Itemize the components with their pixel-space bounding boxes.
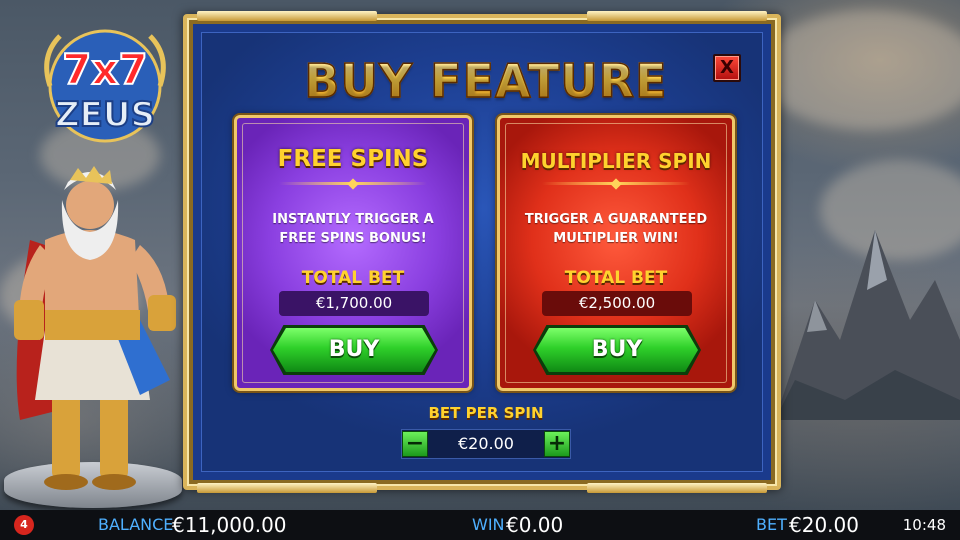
description-line: INSTANTLY TRIGGER A [272, 212, 434, 227]
mountains-illustration [775, 230, 960, 420]
cloud [760, 10, 960, 130]
clock: 10:48 [902, 516, 946, 534]
card-title: FREE SPINS [277, 146, 429, 172]
provider-logo-icon[interactable]: 4 [14, 515, 34, 535]
logo-text-top: 7x7 [62, 45, 148, 94]
frame-ornament [587, 11, 767, 21]
zeus-character [14, 166, 176, 490]
free-spins-card: FREE SPINS INSTANTLY TRIGGER A FREE SPIN… [234, 115, 472, 391]
frame-ornament [587, 483, 767, 493]
buy-feature-dialog: BUY FEATURE X FREE SPINS INSTANTLY TRIGG… [183, 11, 781, 493]
bet-label: BET [756, 515, 787, 534]
description-line: TRIGGER A GUARANTEED [524, 212, 708, 227]
frame-ornament [197, 11, 377, 21]
card-title: MULTIPLIER SPIN [520, 149, 712, 173]
total-bet-label: TOTAL BET [301, 268, 405, 288]
bottom-status-bar: 4 BALANCE €11,000.00 WIN €0.00 BET €20.0… [0, 510, 960, 540]
frame-ornament [197, 483, 377, 493]
win-label: WIN [472, 515, 505, 534]
card-description: TRIGGER A GUARANTEED MULTIPLIER WIN! [510, 210, 722, 248]
dialog-title: BUY FEATURE [187, 53, 785, 109]
buy-free-spins-button[interactable]: BUY [273, 328, 435, 372]
close-button[interactable]: X [713, 54, 741, 82]
bet-per-spin-label: BET PER SPIN [428, 404, 544, 422]
total-bet-value: €2,500.00 [542, 291, 692, 316]
game-logo: 7x7 ZEUS [44, 29, 166, 143]
total-bet-label: TOTAL BET [564, 268, 668, 288]
balance-value: €11,000.00 [172, 513, 287, 537]
multiplier-spin-card: MULTIPLIER SPIN TRIGGER A GUARANTEED MUL… [497, 115, 735, 391]
win-value: €0.00 [506, 513, 564, 537]
bet-per-spin-value: €20.00 [458, 434, 514, 453]
bet-value: €20.00 [789, 513, 859, 537]
buy-multiplier-spin-button[interactable]: BUY [536, 328, 698, 372]
description-line: MULTIPLIER WIN! [553, 231, 679, 246]
decrease-bet-button[interactable]: − [402, 431, 428, 457]
description-line: FREE SPINS BONUS! [279, 231, 427, 246]
total-bet-value: €1,700.00 [279, 291, 429, 316]
card-description: INSTANTLY TRIGGER A FREE SPINS BONUS! [247, 210, 459, 248]
increase-bet-button[interactable]: + [544, 431, 570, 457]
logo-text-bottom: ZEUS [55, 95, 155, 135]
balance-label: BALANCE [98, 515, 174, 534]
bet-per-spin-stepper: − €20.00 + [401, 429, 571, 459]
